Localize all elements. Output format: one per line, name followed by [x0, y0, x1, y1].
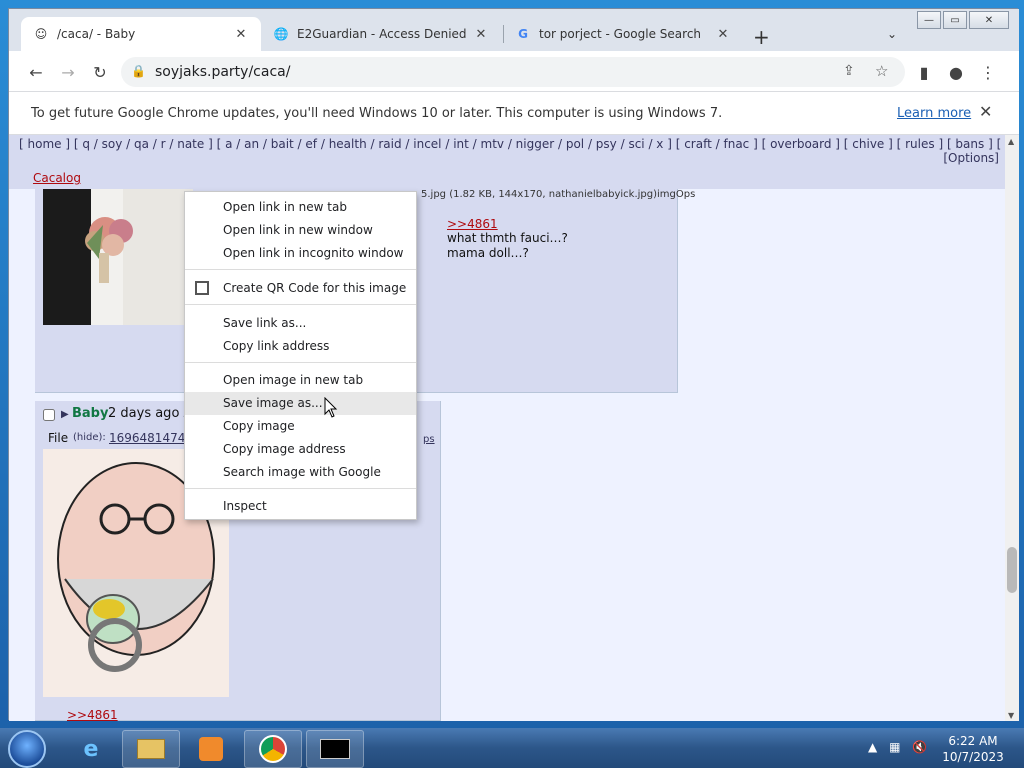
chrome-window: ☺ /caca/ - Baby ✕ 🌐 E2Guardian - Access … — [8, 8, 1019, 721]
browser-toolbar: ← → ↻ 🔒 soyjaks.party/caca/ ⇪ ☆ ▮ ● ⋮ — [9, 51, 1019, 91]
learn-more-link[interactable]: Learn more — [897, 106, 971, 121]
tab-e2guardian[interactable]: 🌐 E2Guardian - Access Denied ✕ — [261, 17, 501, 51]
media-player-icon[interactable] — [182, 730, 240, 768]
share-icon[interactable]: ⇪ — [843, 63, 855, 79]
scroll-down-arrow-icon[interactable]: ▼ — [1008, 711, 1014, 720]
url-text: soyjaks.party/caca/ — [155, 64, 291, 80]
bookmark-star-icon[interactable]: ☆ — [875, 62, 888, 80]
menu-save-link-as[interactable]: Save link as... — [185, 312, 416, 335]
lock-icon: 🔒 — [131, 64, 146, 78]
soyjak-favicon-icon: ☺ — [34, 27, 48, 41]
qr-code-icon — [195, 281, 209, 295]
forward-arrow-icon[interactable]: → — [57, 61, 79, 83]
maximize-button[interactable]: ▭ — [943, 11, 967, 29]
chrome-icon[interactable] — [244, 730, 302, 768]
side-panel-icon[interactable]: ▮ — [913, 61, 935, 83]
google-g-icon: G — [518, 27, 528, 41]
profile-avatar-icon[interactable]: ● — [945, 61, 967, 83]
menu-copy-image[interactable]: Copy image — [185, 415, 416, 438]
close-window-button[interactable]: ✕ — [969, 11, 1009, 29]
tab-title: /caca/ - Baby — [57, 27, 136, 41]
menu-copy-link-address[interactable]: Copy link address — [185, 335, 416, 358]
hide-link[interactable]: (hide): — [73, 432, 106, 443]
cacalog-link[interactable]: Cacalog — [33, 171, 81, 185]
tab-google-search[interactable]: G tor porject - Google Search ✕ — [503, 17, 743, 51]
menu-open-image-new-tab[interactable]: Open image in new tab — [185, 369, 416, 392]
taskbar: e ▲ ▦ 🔇 6:22 AM 10/7/2023 — [0, 728, 1024, 768]
reply-quote-link[interactable]: >>4861 — [67, 708, 118, 721]
close-tab-icon[interactable]: ✕ — [473, 27, 489, 42]
menu-item-label: Create QR Code for this image — [223, 281, 407, 295]
close-tab-icon[interactable]: ✕ — [715, 27, 731, 42]
scrollbar-thumb[interactable] — [1007, 547, 1017, 593]
board-nav-links[interactable]: [ home ] [ q / soy / qa / r / nate ] [ a… — [19, 137, 1005, 151]
mouse-cursor-icon — [324, 397, 338, 418]
tab-strip: ☺ /caca/ - Baby ✕ 🌐 E2Guardian - Access … — [9, 9, 1019, 51]
file-name-link[interactable]: 16964814749 — [109, 431, 193, 445]
update-infobar: To get future Google Chrome updates, you… — [9, 91, 1019, 135]
menu-separator — [185, 488, 416, 489]
menu-inspect[interactable]: Inspect — [185, 495, 416, 518]
menu-separator — [185, 362, 416, 363]
internet-explorer-icon[interactable]: e — [62, 730, 120, 768]
menu-kebab-icon[interactable]: ⋮ — [977, 61, 999, 83]
menu-copy-image-address[interactable]: Copy image address — [185, 438, 416, 461]
reply-text-line: what thmth fauci…? — [447, 231, 568, 245]
infobar-message: To get future Google Chrome updates, you… — [31, 106, 723, 121]
vertical-scrollbar[interactable]: ▼ ▲ — [1005, 135, 1019, 721]
clock-time: 6:22 AM — [948, 734, 998, 748]
menu-separator — [185, 269, 416, 270]
expand-triangle-icon[interactable]: ▶ — [61, 409, 69, 420]
globe-icon: 🌐 — [273, 27, 289, 41]
minimize-button[interactable]: — — [917, 11, 941, 29]
menu-save-image-as[interactable]: Save image as... — [185, 392, 416, 415]
tab-search-chevron-icon[interactable]: ⌄ — [887, 27, 897, 41]
menu-open-link-incognito[interactable]: Open link in incognito window — [185, 242, 416, 265]
poster-name: Baby — [72, 406, 109, 421]
menu-open-link-new-tab[interactable]: Open link in new tab — [185, 196, 416, 219]
menu-create-qr-code[interactable]: Create QR Code for this image — [185, 277, 416, 300]
clock-date: 10/7/2023 — [942, 750, 1004, 764]
post-image-wedding[interactable] — [43, 189, 193, 325]
options-link[interactable]: [Options] — [943, 151, 999, 165]
menu-search-image-google[interactable]: Search image with Google — [185, 461, 416, 484]
file-label: File — [48, 431, 69, 445]
imgops-link[interactable]: ps — [423, 434, 435, 445]
network-icon[interactable]: ▦ — [889, 740, 900, 754]
back-arrow-icon[interactable]: ← — [25, 61, 47, 83]
address-bar[interactable]: 🔒 soyjaks.party/caca/ ⇪ ☆ — [121, 57, 905, 87]
context-menu: Open link in new tab Open link in new wi… — [184, 191, 417, 520]
close-infobar-icon[interactable]: ✕ — [979, 102, 992, 121]
close-tab-icon[interactable]: ✕ — [233, 27, 249, 42]
post-checkbox[interactable] — [43, 409, 55, 421]
tab-title: E2Guardian - Access Denied — [297, 27, 467, 41]
menu-separator — [185, 304, 416, 305]
new-tab-button[interactable]: + — [753, 25, 770, 49]
file-info[interactable]: 5.jpg (1.82 KB, 144x170, nathanielbabyic… — [421, 189, 695, 200]
board-nav: [ home ] [ q / soy / qa / r / nate ] [ a… — [9, 135, 1005, 189]
reload-icon[interactable]: ↻ — [89, 61, 111, 83]
tray-expand-icon[interactable]: ▲ — [868, 740, 877, 754]
reply-quote-link[interactable]: >>4861 — [447, 217, 498, 231]
tab-caca-baby[interactable]: ☺ /caca/ - Baby ✕ — [21, 17, 261, 51]
command-prompt-icon[interactable] — [306, 730, 364, 768]
scroll-up-arrow-icon[interactable]: ▲ — [1008, 137, 1014, 146]
start-button[interactable] — [8, 730, 46, 768]
volume-muted-icon[interactable]: 🔇 — [912, 740, 927, 754]
system-tray: ▲ ▦ 🔇 — [868, 740, 927, 754]
tab-title: tor porject - Google Search — [539, 27, 702, 41]
system-clock[interactable]: 6:22 AM 10/7/2023 — [940, 733, 1006, 765]
menu-open-link-new-window[interactable]: Open link in new window — [185, 219, 416, 242]
file-explorer-icon[interactable] — [122, 730, 180, 768]
page-content: [ home ] [ q / soy / qa / r / nate ] [ a… — [9, 135, 1005, 721]
reply-text-line: mama doll…? — [447, 246, 529, 260]
